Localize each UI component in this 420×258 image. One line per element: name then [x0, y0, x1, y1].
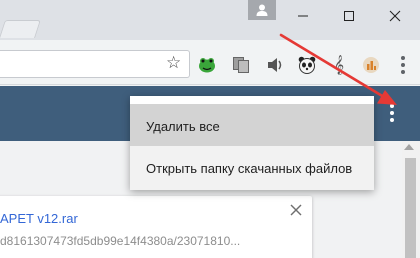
sound-extension-icon[interactable] [266, 56, 284, 74]
minimize-button[interactable] [280, 0, 326, 32]
title-bar [0, 0, 420, 40]
downloads-dropdown-menu: Удалить все Открыть папку скачанных файл… [130, 96, 374, 190]
scrollbar-thumb[interactable] [405, 158, 416, 258]
download-file-name-link[interactable]: APET v12.rar [0, 211, 78, 226]
menu-dot-icon [390, 118, 394, 122]
browser-toolbar: ☆ 𝄞 [0, 40, 420, 85]
scroll-up-arrow-icon[interactable] [404, 144, 414, 150]
menu-dot-icon [401, 56, 405, 60]
downloads-more-menu-button[interactable] [383, 100, 401, 126]
maximize-button[interactable] [326, 0, 372, 32]
frog-extension-icon[interactable] [198, 56, 216, 74]
bookmark-star-icon[interactable]: ☆ [166, 53, 181, 73]
close-button[interactable] [372, 0, 418, 32]
browser-tab[interactable] [0, 20, 41, 38]
menu-dot-icon [390, 111, 394, 115]
menu-dot-icon [401, 63, 405, 67]
panda-extension-icon[interactable] [298, 56, 316, 74]
address-bar[interactable] [0, 50, 190, 78]
profile-icon[interactable] [248, 0, 276, 20]
menu-item-delete-all[interactable]: Удалить все [130, 104, 374, 148]
download-item-card [0, 196, 312, 258]
menu-item-open-downloads-folder[interactable]: Открыть папку скачанных файлов [130, 146, 374, 190]
browser-menu-button[interactable] [394, 53, 412, 77]
copy-extension-icon[interactable] [232, 56, 250, 74]
chart-extension-icon[interactable] [362, 56, 380, 74]
remove-download-close-icon[interactable] [289, 203, 303, 217]
download-file-url: d8161307473fd5db99e14f4380a/23071810... [0, 234, 241, 248]
music-clef-icon[interactable]: 𝄞 [330, 56, 348, 74]
menu-dot-icon [401, 70, 405, 74]
menu-dot-icon [390, 104, 394, 108]
